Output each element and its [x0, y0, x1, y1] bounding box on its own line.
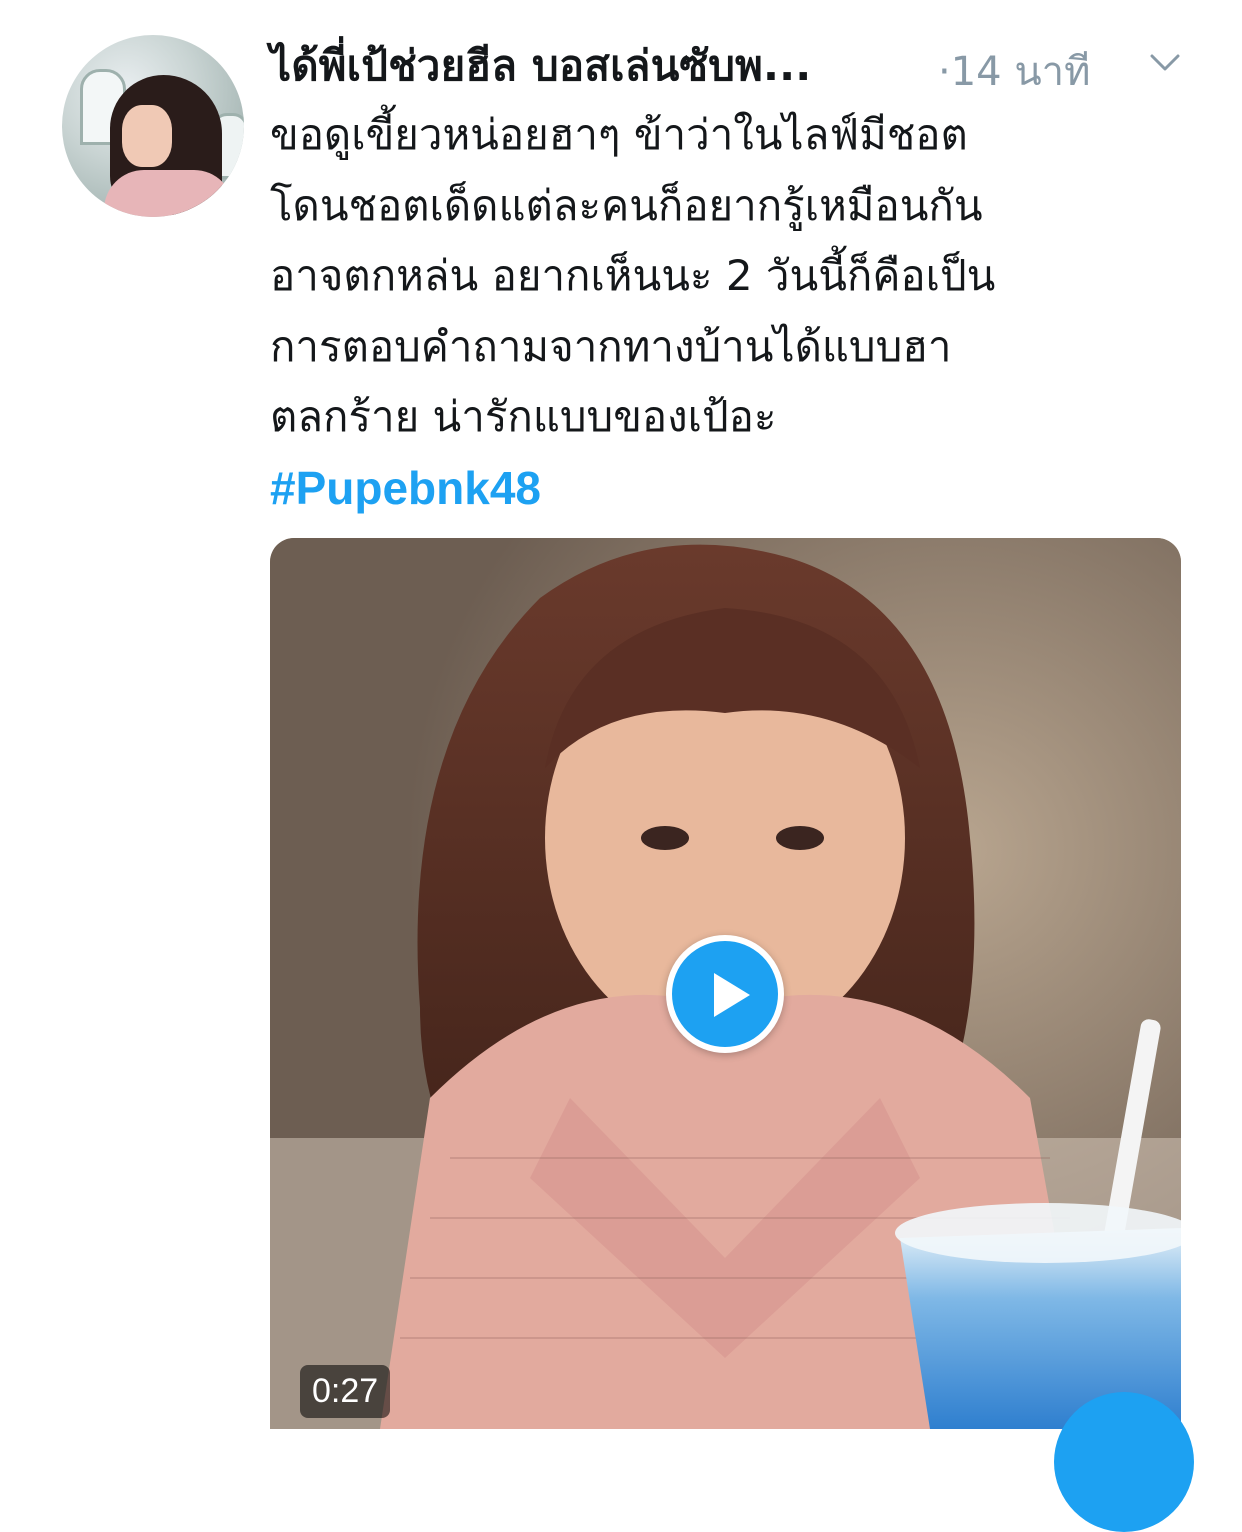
- tweet-text-line: ตลกร้าย น่ารักแบบของเป้อะ: [270, 392, 777, 441]
- play-icon: [714, 973, 750, 1017]
- tweet-text-line: อาจตกหล่น อยากเห็นนะ 2 วันนี้ก็คือเป็น: [270, 251, 996, 300]
- play-button[interactable]: [666, 935, 784, 1053]
- avatar[interactable]: [62, 35, 244, 217]
- display-name[interactable]: ได้พี่เป้ช่วยฮีล บอสเล่นซับพ...: [270, 33, 811, 99]
- avatar-body: [104, 170, 234, 217]
- avatar-face: [122, 105, 172, 167]
- tweet-text-line: การตอบคำถามจากทางบ้านได้แบบฮา: [270, 321, 952, 371]
- tweet-text: ขอดูเขี้ยวหน่อยฮาๆ ข้าว่าในไลฟ์มีชอต โดน…: [270, 100, 1170, 523]
- compose-button[interactable]: [1054, 1392, 1194, 1532]
- chevron-down-icon[interactable]: [1150, 53, 1180, 73]
- tweet-text-line: โดนชอตเด็ดแต่ละคนก็อยากรู้เหมือนกัน: [270, 180, 983, 230]
- video-player[interactable]: 0:27: [270, 538, 1181, 1429]
- timestamp[interactable]: ·14 นาที: [938, 39, 1091, 103]
- tweet-text-line: ขอดูเขี้ยวหน่อยฮาๆ ข้าว่าในไลฟ์มีชอต: [270, 110, 968, 159]
- tweet[interactable]: ได้พี่เป้ช่วยฮีล บอสเล่นซับพ... ·14 นาที…: [0, 0, 1242, 1532]
- video-duration-badge: 0:27: [300, 1365, 391, 1418]
- hashtag-link[interactable]: #Pupebnk48: [270, 453, 1170, 524]
- tweet-header: ได้พี่เป้ช่วยฮีล บอสเล่นซับพ... ·14 นาที: [270, 25, 1210, 95]
